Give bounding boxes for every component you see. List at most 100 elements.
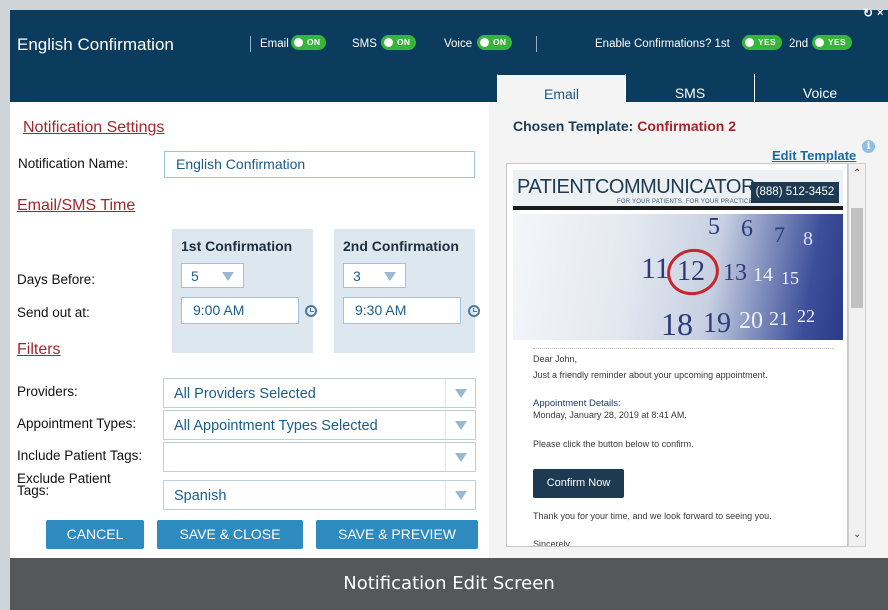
email-toggle[interactable]: ON	[291, 35, 327, 50]
scrollbar-thumb[interactable]	[851, 208, 863, 308]
enable-confirmations-label: Enable Confirmations? 1st	[595, 38, 730, 50]
window-header: English Confirmation Email ON SMS ON Voi…	[10, 6, 888, 112]
notification-name-input[interactable]: English Confirmation	[164, 151, 475, 178]
highlighted-date-circle	[662, 244, 724, 300]
calendar-number: 21	[769, 308, 789, 330]
second-confirmation-header: 2nd Confirmation	[343, 238, 459, 254]
calendar-number: 8	[803, 228, 813, 250]
days-before-label: Days Before:	[17, 272, 96, 287]
save-close-button[interactable]: SAVE & CLOSE	[157, 520, 303, 549]
calendar-number: 14	[753, 264, 773, 286]
calendar-image: 5 6 7 8 11 12 13 14 15 18 19 20 21 22	[513, 214, 843, 340]
phone-number-badge: (888) 512-3452	[751, 182, 839, 203]
providers-select[interactable]: All Providers Selected	[163, 378, 476, 408]
email-greeting: Dear John,	[533, 354, 578, 364]
appointment-types-label: Appointment Types:	[17, 416, 137, 431]
enable-second-toggle[interactable]: YES	[812, 35, 852, 50]
appointment-details-value: Monday, January 28, 2019 at 8:41 AM.	[533, 410, 687, 420]
first-days-value: 5	[191, 268, 199, 284]
toggle-knob	[480, 38, 489, 47]
chosen-template-prefix: Chosen Template:	[513, 118, 634, 134]
enable-first-toggle[interactable]: YES	[742, 35, 782, 50]
logo-tagline: FOR YOUR PATIENTS. FOR YOUR PRACTICE.	[617, 199, 755, 205]
confirm-now-button[interactable]: Confirm Now	[533, 469, 624, 498]
filters-heading: Filters	[17, 341, 61, 358]
settings-panel: Notification Settings Notification Name:…	[10, 102, 489, 558]
calendar-number: 15	[781, 268, 799, 288]
voice-toggle[interactable]: ON	[477, 35, 513, 50]
sms-toggle-state: ON	[397, 37, 411, 47]
enable-second-label: 2nd	[789, 38, 809, 50]
first-time-input[interactable]: 9:00 AM	[181, 297, 299, 324]
appointment-types-value: All Appointment Types Selected	[174, 418, 378, 434]
email-thanks: Thank you for your time, and we look for…	[533, 511, 772, 521]
appointment-types-dropdown	[445, 411, 475, 439]
save-preview-button[interactable]: SAVE & PREVIEW	[316, 520, 478, 549]
info-icon[interactable]: i	[862, 140, 875, 153]
chevron-down-icon	[455, 389, 467, 398]
exclude-tags-label-line2: Tags:	[17, 483, 50, 498]
first-confirmation-header: 1st Confirmation	[181, 238, 293, 254]
refresh-icon[interactable]: ↻	[863, 6, 873, 20]
close-icon[interactable]: ×	[877, 7, 883, 19]
cancel-button[interactable]: CANCEL	[46, 520, 144, 549]
sms-toggle-label: SMS	[352, 38, 377, 50]
first-days-select[interactable]: 5	[181, 263, 244, 288]
calendar-number: 13	[723, 260, 747, 286]
include-tags-label: Include Patient Tags:	[17, 448, 143, 463]
email-sms-time-heading: Email/SMS Time	[17, 197, 136, 214]
providers-dropdown	[445, 379, 475, 407]
exclude-tags-dropdown	[445, 481, 475, 509]
header-divider	[250, 36, 251, 52]
toggle-knob	[815, 38, 824, 47]
exclude-tags-select[interactable]: Spanish	[163, 480, 476, 510]
email-toggle-label: Email	[260, 38, 289, 50]
chosen-template-name: Confirmation 2	[637, 118, 736, 134]
toggle-knob	[384, 38, 393, 47]
divider	[533, 348, 833, 349]
caption-bar: Notification Edit Screen	[10, 558, 888, 610]
notification-settings-heading: Notification Settings	[23, 119, 165, 136]
chevron-down-icon	[455, 491, 467, 500]
patientcommunicator-logo: PATIENTCOMMUNICATOR	[517, 176, 755, 198]
appointment-types-select[interactable]: All Appointment Types Selected	[163, 410, 476, 440]
chosen-template-label: Chosen Template: Confirmation 2	[513, 118, 736, 134]
calendar-number: 7	[774, 222, 785, 247]
second-days-select[interactable]: 3	[343, 263, 406, 288]
calendar-number: 19	[703, 308, 731, 339]
calendar-number: 20	[739, 308, 763, 334]
alarm-clock-icon[interactable]	[305, 305, 317, 317]
preview-scrollbar[interactable]: ⌃ ⌄	[848, 163, 866, 547]
sms-toggle[interactable]: ON	[381, 35, 417, 50]
chevron-down-icon	[455, 421, 467, 430]
email-banner: PATIENTCOMMUNICATOR FOR YOUR PATIENTS. F…	[513, 170, 843, 210]
template-preview-panel: Chosen Template: Confirmation 2 Edit Tem…	[489, 102, 888, 558]
email-intro: Just a friendly reminder about your upco…	[533, 370, 768, 380]
chevron-up-icon[interactable]: ⌃	[853, 168, 861, 179]
email-preview: PATIENTCOMMUNICATOR FOR YOUR PATIENTS. F…	[506, 163, 848, 547]
voice-toggle-label: Voice	[444, 38, 473, 50]
calendar-number: 22	[797, 306, 815, 326]
chevron-down-icon[interactable]: ⌄	[853, 529, 861, 540]
email-toggle-state: ON	[307, 37, 321, 47]
calendar-number: 6	[741, 216, 753, 242]
email-instruction: Please click the button below to confirm…	[533, 439, 694, 449]
chevron-down-icon	[384, 272, 396, 281]
alarm-clock-icon[interactable]	[468, 305, 480, 317]
email-signoff: Sincerely,	[533, 539, 572, 547]
voice-toggle-state: ON	[493, 37, 507, 47]
toggle-knob	[745, 38, 754, 47]
notification-name-label: Notification Name:	[18, 156, 129, 171]
enable-second-state: YES	[828, 37, 846, 47]
calendar-number: 5	[708, 214, 720, 240]
enable-first-state: YES	[758, 37, 776, 47]
header-divider	[536, 36, 537, 52]
edit-template-link[interactable]: Edit Template	[772, 148, 856, 163]
providers-value: All Providers Selected	[174, 386, 316, 402]
second-time-input[interactable]: 9:30 AM	[343, 297, 461, 324]
second-days-value: 3	[353, 268, 361, 284]
providers-label: Providers:	[17, 384, 78, 399]
exclude-tags-label: Exclude Patient Tags:	[17, 472, 111, 498]
calendar-number: 18	[661, 306, 693, 340]
include-tags-select[interactable]	[163, 442, 476, 472]
